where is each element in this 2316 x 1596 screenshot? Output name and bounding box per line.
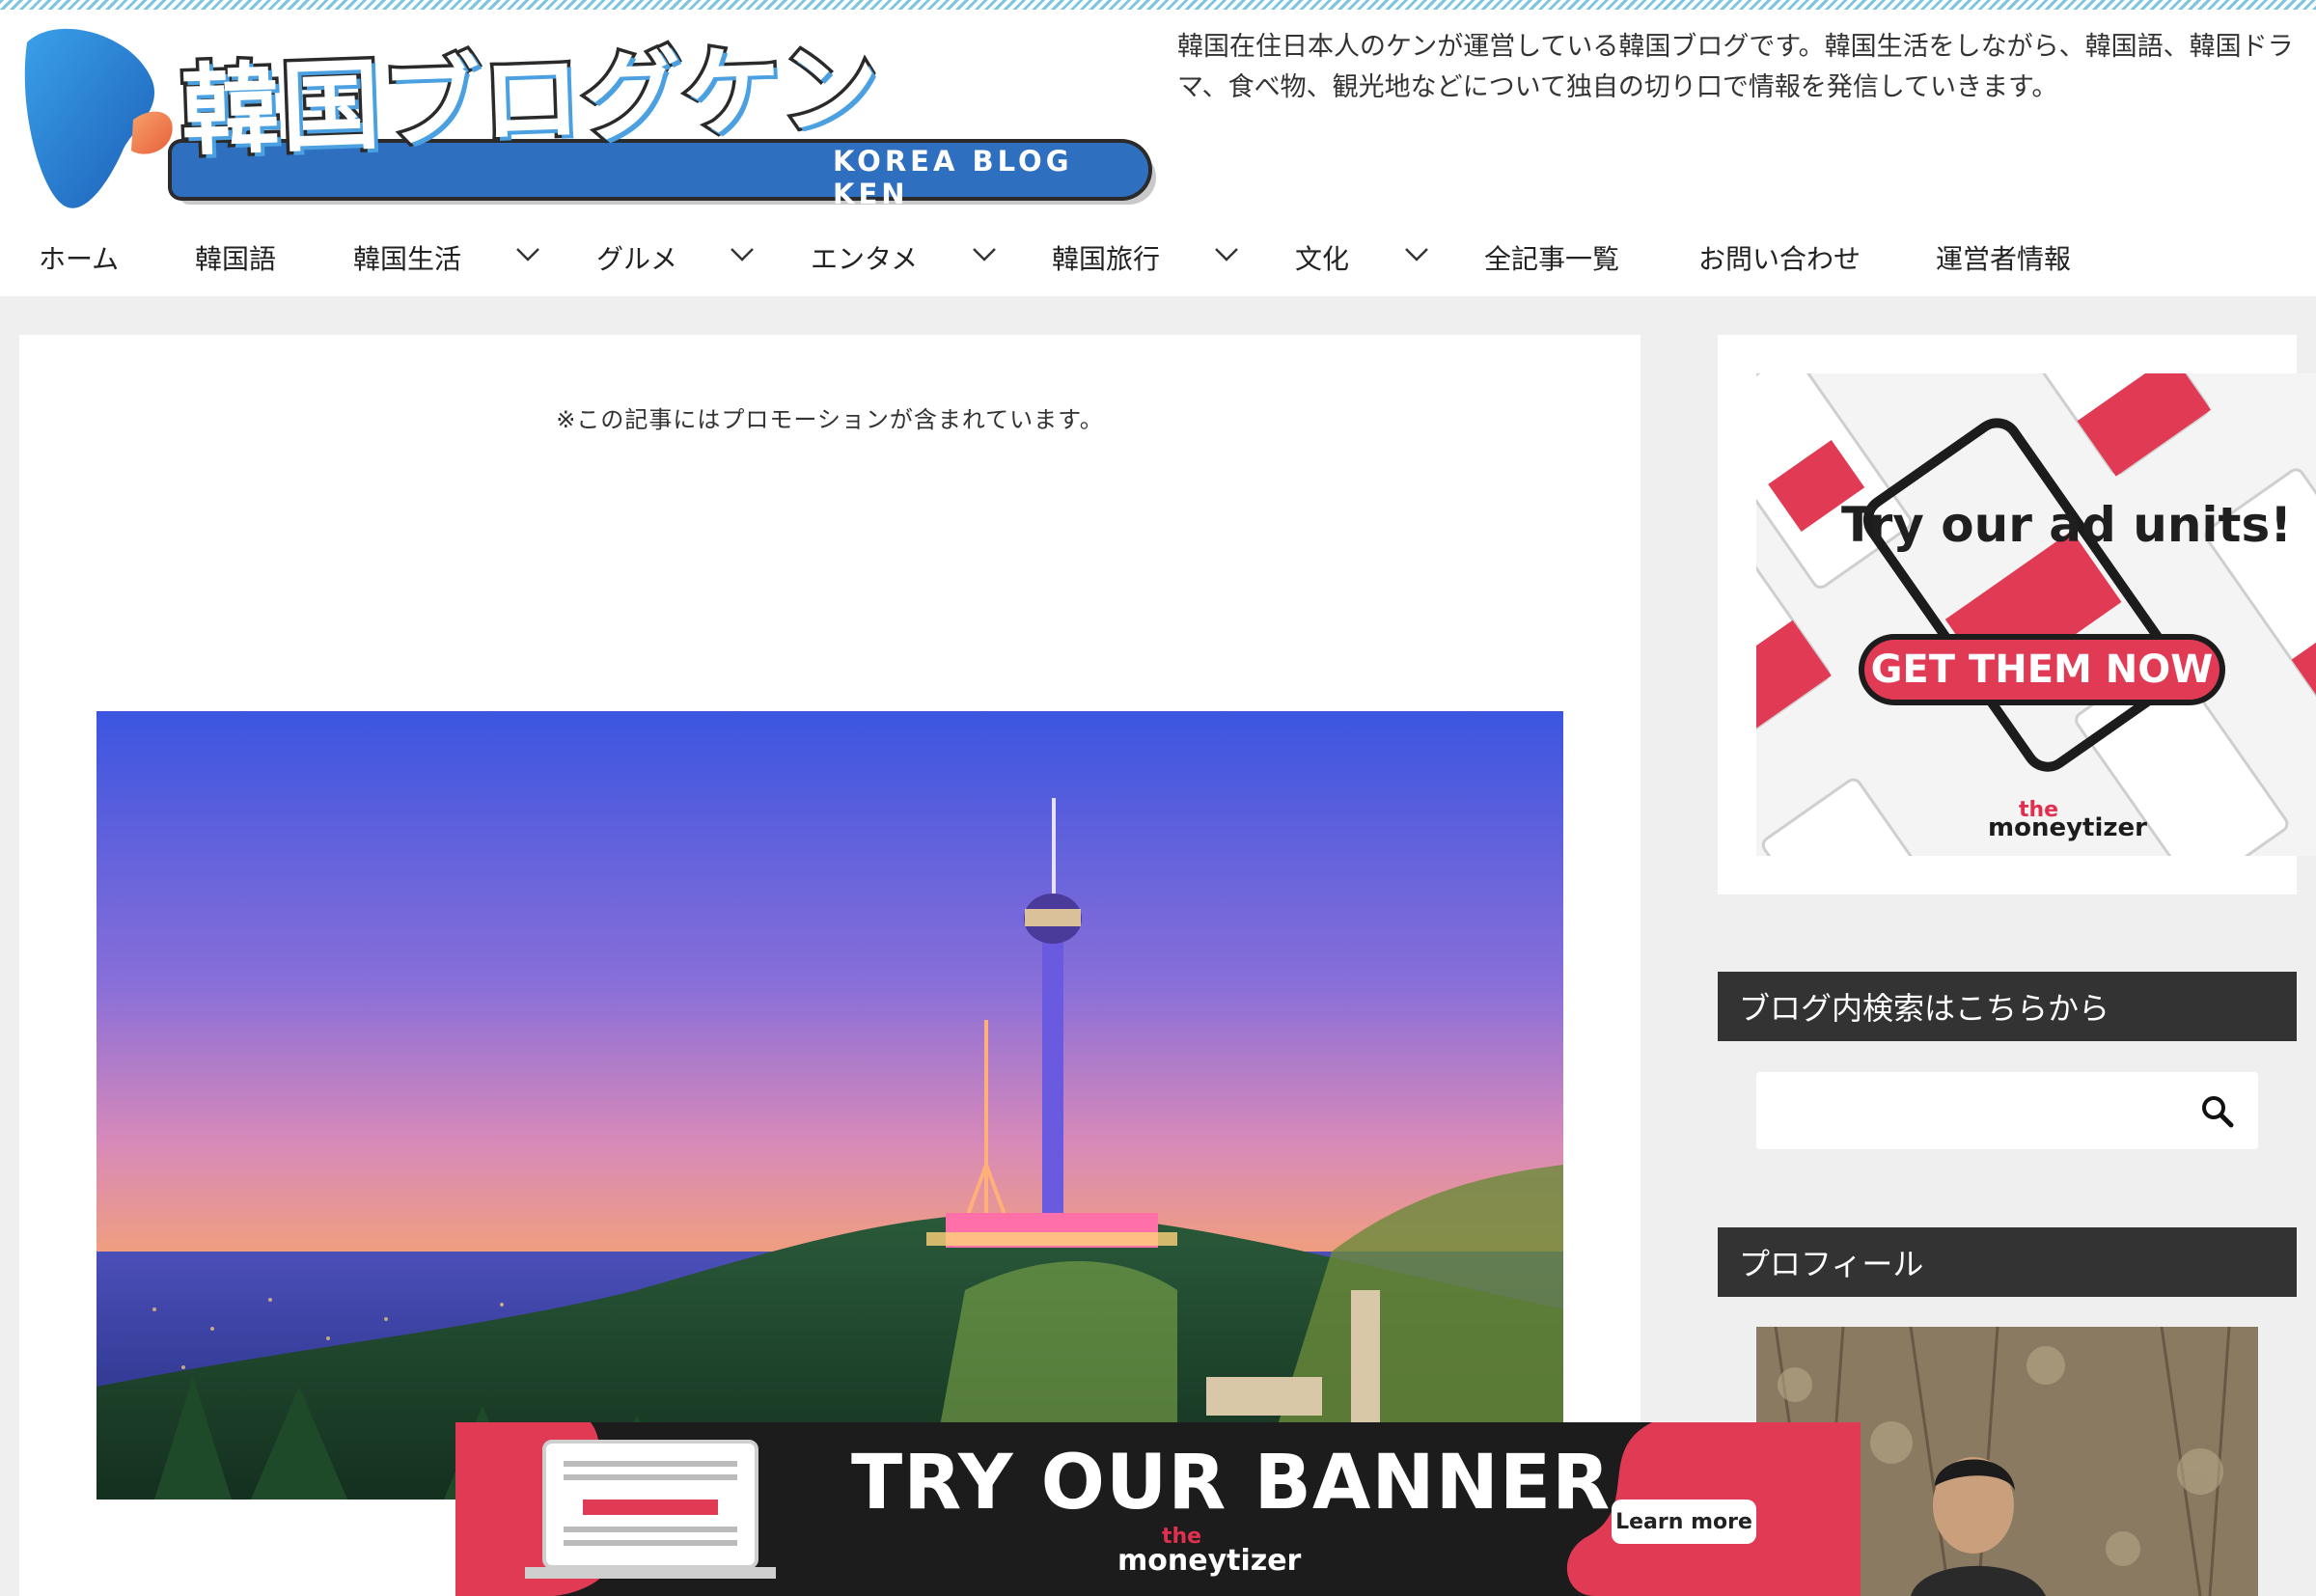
chevron-down-icon[interactable] xyxy=(972,245,997,264)
bottom-banner-ad[interactable]: TRY OUR BANNER Learn more the moneytizer xyxy=(455,1422,1861,1596)
sidebar-ad[interactable]: Try our ad units! GET THEM NOW the money… xyxy=(1756,373,2316,856)
search-icon[interactable] xyxy=(2198,1092,2237,1131)
ad-cta-button[interactable]: GET THEM NOW xyxy=(1864,640,2220,700)
nav-item-korean-language[interactable]: 韓国語 xyxy=(195,220,276,295)
nav-item-culture[interactable]: 文化 xyxy=(1295,220,1349,295)
banner-headline: TRY OUR BANNER xyxy=(851,1440,1612,1527)
search-widget-title: ブログ内検索はこちらから xyxy=(1718,972,2297,1041)
search-input[interactable] xyxy=(1756,1072,2258,1149)
article-main: ※この記事にはプロモーションが含まれています。 xyxy=(19,335,1640,1596)
global-nav: ホーム 韓国語 韓国生活 グルメ エンタメ 韓国旅行 文化 全記事一覧 お問い合… xyxy=(0,220,2316,295)
nav-item-all-articles[interactable]: 全記事一覧 xyxy=(1484,220,1619,295)
nav-item-label: グルメ xyxy=(596,243,678,275)
nav-item-about[interactable]: 運営者情報 xyxy=(1936,220,2071,295)
chevron-down-icon[interactable] xyxy=(1214,245,1239,264)
nav-item-label: エンタメ xyxy=(811,243,919,275)
logo-title: 韓国ブログケン xyxy=(176,27,886,173)
nav-item-label: 文化 xyxy=(1295,243,1350,275)
site-tagline: 韓国在住日本人のケンが運営している韓国ブログです。韓国生活をしながら、韓国語、韓… xyxy=(1177,32,2294,102)
nav-item-label: 全記事一覧 xyxy=(1484,243,1620,275)
site-logo[interactable]: 韓国ブログケン KOREA BLOG KEN xyxy=(17,23,1148,212)
nav-item-home[interactable]: ホーム xyxy=(39,220,119,295)
chevron-down-icon[interactable] xyxy=(515,245,540,264)
article-hero-image xyxy=(96,711,1563,1500)
nav-item-entertainment[interactable]: エンタメ xyxy=(811,220,918,295)
chevron-down-icon[interactable] xyxy=(730,245,755,264)
learn-more-button[interactable]: Learn more xyxy=(1612,1500,1756,1544)
header-top-stripe xyxy=(0,0,2316,10)
nav-item-label: お問い合わせ xyxy=(1698,243,1861,275)
ad-headline: Try our ad units! xyxy=(1841,497,2293,553)
nav-item-korea-life[interactable]: 韓国生活 xyxy=(353,220,461,295)
promotion-notice: ※この記事にはプロモーションが含まれています。 xyxy=(556,406,1104,433)
nav-item-label: 韓国語 xyxy=(195,243,277,275)
ad-brand-name: moneytizer xyxy=(1988,813,2147,842)
nav-item-label: 韓国旅行 xyxy=(1052,243,1161,275)
nav-item-label: ホーム xyxy=(39,243,120,275)
profile-widget-title: プロフィール xyxy=(1718,1227,2297,1297)
logo-subtitle: KOREA BLOG KEN xyxy=(833,145,1073,210)
nav-item-label: 韓国生活 xyxy=(353,243,462,275)
nav-item-gourmet[interactable]: グルメ xyxy=(596,220,677,295)
banner-brand-name: moneytizer xyxy=(1117,1544,1302,1578)
nav-item-korea-travel[interactable]: 韓国旅行 xyxy=(1052,220,1160,295)
nav-item-contact[interactable]: お問い合わせ xyxy=(1698,220,1861,295)
nav-item-label: 運営者情報 xyxy=(1936,243,2072,275)
chevron-down-icon[interactable] xyxy=(1404,245,1429,264)
